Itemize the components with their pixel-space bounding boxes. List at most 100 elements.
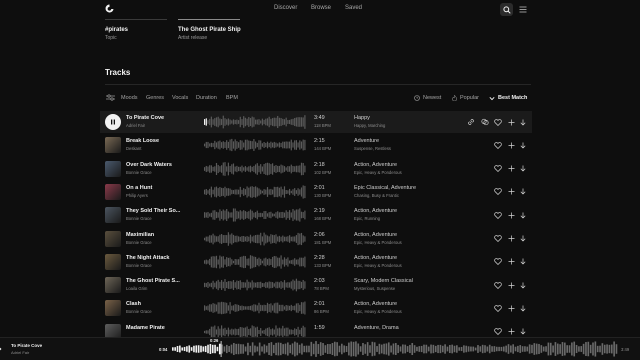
- track-waveform[interactable]: [204, 278, 306, 292]
- track-title[interactable]: The Ghost Pirate S...: [126, 278, 180, 284]
- download-button[interactable]: [518, 117, 528, 127]
- track-artist[interactable]: Loaila Grim: [126, 286, 147, 291]
- add-to-playlist-button[interactable]: [506, 187, 516, 197]
- track-waveform[interactable]: [204, 231, 306, 246]
- track-artist[interactable]: Adriel Fair: [126, 123, 145, 128]
- track-waveform[interactable]: [204, 161, 306, 176]
- track-row[interactable]: Clash Bonnie Grace 2:01 86 BPM Action, A…: [100, 297, 532, 319]
- player-track-artist[interactable]: Adriel Fair: [11, 350, 29, 355]
- filter-genres[interactable]: Genres: [146, 95, 164, 101]
- track-waveform[interactable]: [204, 255, 306, 269]
- search-button[interactable]: [500, 3, 513, 16]
- download-button[interactable]: [518, 140, 528, 150]
- favorite-button[interactable]: [493, 187, 503, 197]
- favorite-button[interactable]: [493, 257, 503, 267]
- track-artwork[interactable]: [105, 183, 121, 200]
- nav-saved[interactable]: Saved: [345, 5, 362, 11]
- track-artwork[interactable]: [105, 300, 121, 317]
- download-button[interactable]: [518, 327, 528, 337]
- download-button[interactable]: [518, 303, 528, 313]
- find-similar-button[interactable]: [480, 117, 490, 127]
- track-artist[interactable]: Philip Ayers: [126, 193, 148, 198]
- track-title[interactable]: To Pirate Cove: [126, 115, 164, 121]
- favorite-button[interactable]: [493, 280, 503, 290]
- filter-vocals[interactable]: Vocals: [172, 95, 188, 101]
- player-track-title[interactable]: To Pirate Cove: [11, 343, 42, 348]
- sort-newest[interactable]: Newest: [414, 95, 441, 101]
- track-waveform[interactable]: [204, 185, 306, 199]
- topic-card-title[interactable]: #pirates: [105, 27, 128, 33]
- pause-button[interactable]: [105, 114, 121, 130]
- add-to-playlist-button[interactable]: [506, 234, 516, 244]
- track-artist[interactable]: Bonnie Grace: [126, 170, 152, 175]
- add-to-playlist-button[interactable]: [506, 280, 516, 290]
- add-to-playlist-button[interactable]: [506, 303, 516, 313]
- add-to-playlist-button[interactable]: [506, 210, 516, 220]
- track-artwork[interactable]: [105, 137, 121, 154]
- track-artwork[interactable]: [105, 277, 121, 294]
- track-artist[interactable]: Bonnie Grace: [126, 216, 152, 221]
- favorite-button[interactable]: [493, 210, 503, 220]
- track-row[interactable]: Maximilian Bonnie Grace 2:06 181 BPM Act…: [100, 228, 532, 250]
- sort-best-match[interactable]: Best Match: [489, 95, 527, 101]
- track-waveform[interactable]: [204, 301, 306, 315]
- favorite-button[interactable]: [493, 117, 503, 127]
- track-title[interactable]: Break Loose: [126, 138, 159, 144]
- filter-duration[interactable]: Duration: [196, 95, 217, 101]
- download-button[interactable]: [518, 234, 528, 244]
- add-to-playlist-button[interactable]: [506, 140, 516, 150]
- favorite-button[interactable]: [493, 303, 503, 313]
- previous-icon[interactable]: [0, 345, 3, 353]
- track-title[interactable]: Clash: [126, 301, 141, 307]
- track-title[interactable]: They Sold Their So...: [126, 208, 180, 214]
- track-waveform[interactable]: [204, 138, 306, 152]
- favorite-button[interactable]: [493, 327, 503, 337]
- track-title[interactable]: Maximilian: [126, 232, 154, 238]
- add-to-playlist-button[interactable]: [506, 164, 516, 174]
- track-row[interactable]: On a Hunt Philip Ayers 2:01 130 BPM Epic…: [100, 181, 532, 203]
- favorite-button[interactable]: [493, 234, 503, 244]
- add-to-playlist-button[interactable]: [506, 117, 516, 127]
- download-button[interactable]: [518, 164, 528, 174]
- track-row[interactable]: The Night Attack Bonnie Grace 2:28 133 B…: [100, 251, 532, 273]
- download-button[interactable]: [518, 280, 528, 290]
- track-artist[interactable]: Bonnie Grace: [126, 263, 152, 268]
- track-title[interactable]: Over Dark Waters: [126, 162, 172, 168]
- track-row[interactable]: They Sold Their So... Bonnie Grace 2:19 …: [100, 204, 532, 226]
- filter-bpm[interactable]: BPM: [226, 95, 238, 101]
- favorite-button[interactable]: [493, 140, 503, 150]
- track-row[interactable]: Break Loose Deskant 2:15 144 BPM Adventu…: [100, 134, 532, 156]
- track-row[interactable]: The Ghost Pirate S... Loaila Grim 2:03 7…: [100, 274, 532, 296]
- add-to-playlist-button[interactable]: [506, 257, 516, 267]
- player-waveform[interactable]: [172, 341, 618, 357]
- download-button[interactable]: [518, 257, 528, 267]
- track-row[interactable]: Over Dark Waters Bonnie Grace 2:18 102 B…: [100, 158, 532, 180]
- track-artist[interactable]: Bonnie Grace: [126, 240, 152, 245]
- favorite-button[interactable]: [493, 164, 503, 174]
- track-artist[interactable]: Bonnie Grace: [126, 309, 152, 314]
- track-artwork[interactable]: [105, 230, 121, 247]
- track-artwork[interactable]: [105, 207, 121, 224]
- nav-browse[interactable]: Browse: [311, 5, 331, 11]
- track-artwork[interactable]: [105, 160, 121, 177]
- waveform-bar: [258, 140, 260, 151]
- add-to-playlist-button[interactable]: [506, 327, 516, 337]
- track-waveform[interactable]: [204, 115, 306, 129]
- logo-icon[interactable]: [105, 4, 114, 14]
- track-waveform[interactable]: [204, 208, 306, 222]
- track-row[interactable]: To Pirate Cove Adriel Fair 3:49 118 BPM …: [100, 111, 532, 133]
- track-artist[interactable]: Deskant: [126, 146, 141, 151]
- track-title[interactable]: The Night Attack: [126, 255, 170, 261]
- filter-sliders-icon[interactable]: [106, 94, 115, 101]
- copy-link-button[interactable]: [466, 117, 476, 127]
- track-artwork[interactable]: [105, 253, 121, 270]
- sort-popular[interactable]: Popular: [452, 95, 479, 101]
- release-card-title[interactable]: The Ghost Pirate Ship: [178, 27, 241, 33]
- download-button[interactable]: [518, 187, 528, 197]
- filter-moods[interactable]: Moods: [121, 95, 138, 101]
- track-title[interactable]: Madame Pirate: [126, 325, 165, 331]
- nav-discover[interactable]: Discover: [274, 5, 297, 11]
- track-title[interactable]: On a Hunt: [126, 185, 152, 191]
- menu-button[interactable]: [516, 3, 529, 16]
- download-button[interactable]: [518, 210, 528, 220]
